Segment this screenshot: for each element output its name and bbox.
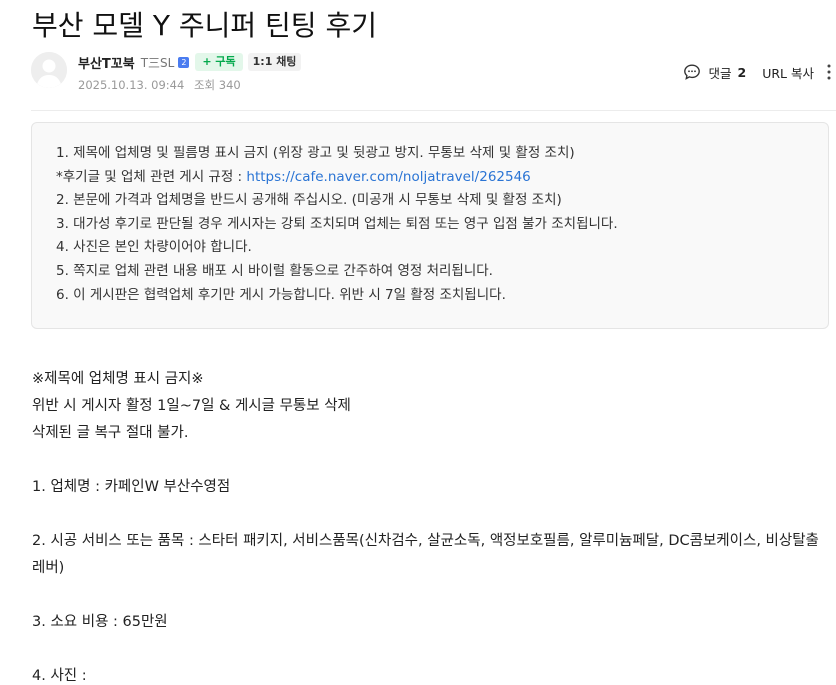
notice-rule-2: 2. 본문에 가격과 업체명을 반드시 공개해 주십시오. (미공개 시 무통보…	[56, 192, 562, 209]
comment-count[interactable]: 2	[738, 65, 747, 80]
notice-rule-5: 5. 쪽지로 업체 관련 내용 배포 시 바이럴 활동으로 간주하여 영정 처리…	[56, 262, 493, 279]
warning-no-restore: 삭제된 글 복구 절대 불가.	[32, 425, 189, 441]
header-divider	[31, 110, 836, 111]
chat-button[interactable]: 1:1 채팅	[247, 53, 302, 71]
notice-rule-3: 3. 대가성 후기로 판단될 경우 게시자는 강퇴 조치되며 업체는 퇴점 또는…	[56, 215, 618, 232]
author-name[interactable]: 부산T꼬북	[78, 53, 135, 72]
post-body: ※제목에 업체명 표시 금지※ 위반 시 게시자 활정 1일~7일 & 게시글 …	[32, 366, 828, 685]
avatar-default-icon	[31, 52, 67, 88]
company-name-line: 1. 업체명 : 카페인W 부산수영점	[32, 479, 231, 495]
notice-list: 1. 제목에 업체명 및 필름명 표시 금지 (위장 광고 및 뒷광고 방지. …	[56, 142, 618, 307]
service-items-line: 2. 시공 서비스 또는 품목 : 스타터 패키지, 서비스품목(신차검수, 살…	[32, 533, 819, 576]
notice-rule-link-line: *후기글 및 업체 관련 게시 규정 : https://cafe.naver.…	[56, 166, 618, 190]
comment-icon[interactable]	[683, 63, 701, 81]
board-notice-box: 1. 제목에 업체명 및 필름명 표시 금지 (위장 광고 및 뒷광고 방지. …	[31, 122, 829, 329]
warning-title: ※제목에 업체명 표시 금지※	[32, 371, 204, 387]
post-actions: 댓글 2 URL 복사	[683, 62, 833, 82]
view-count: 조회 340	[193, 78, 241, 92]
notice-rules-link[interactable]: https://cafe.naver.com/noljatravel/26254…	[246, 169, 530, 185]
level-badge-icon: 2	[178, 56, 190, 68]
notice-rule-4: 4. 사진은 본인 차량이어야 합니다.	[56, 239, 252, 256]
author-group-label: T三SL	[140, 55, 175, 70]
author-avatar[interactable]	[31, 52, 67, 88]
notice-rule-6: 6. 이 게시판은 협력업체 후기만 게시 가능합니다. 위반 시 7일 활정 …	[56, 286, 506, 303]
author-info: 부산T꼬북 T三SL 2 + 구독 1:1 채팅	[78, 52, 302, 72]
cost-line: 3. 소요 비용 : 65만원	[32, 614, 168, 630]
photo-line: 4. 사진 :	[32, 668, 87, 684]
subscribe-button[interactable]: + 구독	[195, 53, 243, 71]
post-meta: 2025.10.13. 09:44 조회 340	[78, 77, 241, 93]
notice-rule-1: 1. 제목에 업체명 및 필름명 표시 금지 (위장 광고 및 뒷광고 방지. …	[56, 145, 575, 161]
post-page: 부산 모델 Y 주니퍼 틴팅 후기 부산T꼬북 T三SL 2 + 구독 1:1 …	[0, 0, 836, 685]
warning-penalty: 위반 시 게시자 활정 1일~7일 & 게시글 무통보 삭제	[32, 398, 351, 414]
notice-link-prefix: *후기글 및 업체 관련 게시 규정 :	[56, 168, 247, 185]
url-copy-button[interactable]: URL 복사	[762, 63, 814, 82]
more-vertical-icon[interactable]	[826, 63, 832, 81]
post-date: 2025.10.13. 09:44	[78, 78, 185, 92]
post-title: 부산 모델 Y 주니퍼 틴팅 후기	[32, 9, 377, 42]
comment-label[interactable]: 댓글	[709, 63, 732, 82]
